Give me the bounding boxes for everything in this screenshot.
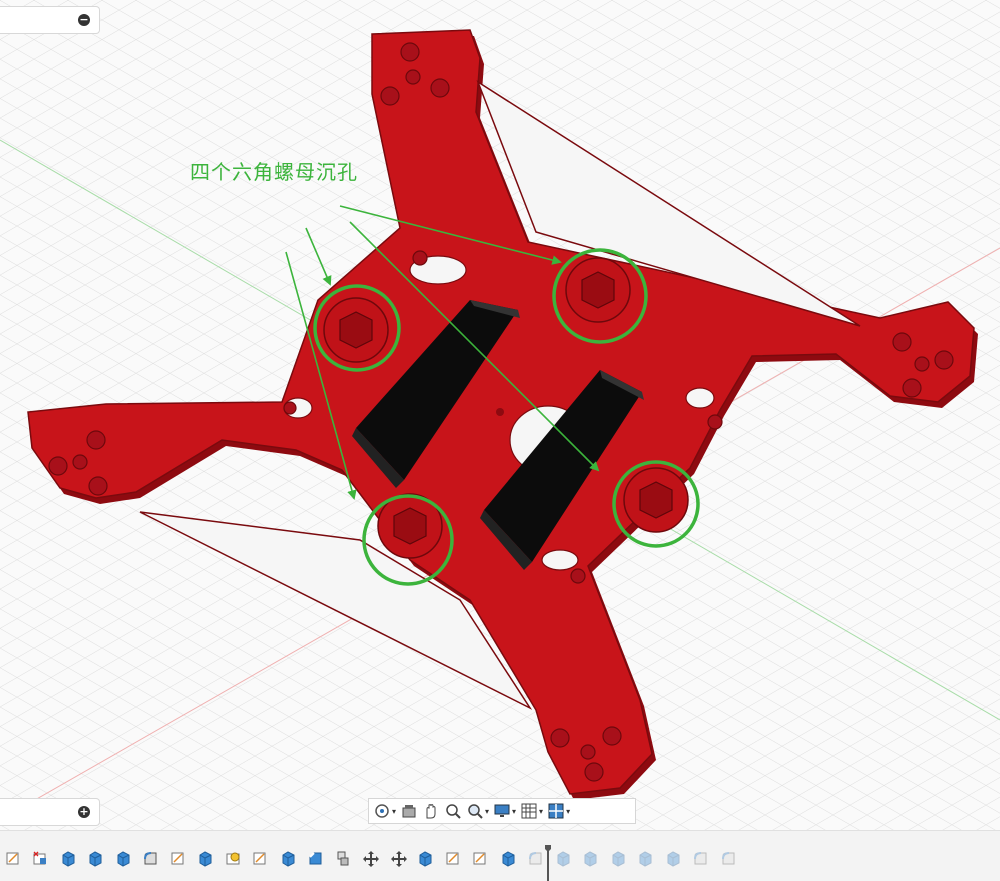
chamfer-icon	[309, 852, 322, 865]
timeline-feature-extrude[interactable]	[605, 849, 633, 869]
extrude-icon	[557, 851, 570, 867]
timeline-feature-extrude[interactable]	[413, 849, 441, 869]
extrude-icon	[667, 851, 680, 867]
combine-icon	[337, 851, 349, 866]
timeline-feature-sketch[interactable]	[248, 849, 276, 869]
timeline-feature-move[interactable]	[385, 849, 413, 869]
extrude-icon	[639, 851, 652, 867]
orbit-button[interactable]: ▾	[373, 801, 396, 821]
extrude-icon	[502, 851, 515, 867]
extrude-icon	[117, 851, 130, 867]
look-at-icon	[402, 805, 416, 818]
timeline-feature-delete-sketch[interactable]	[28, 849, 56, 869]
extrude-icon	[584, 851, 597, 867]
extrude-icon	[89, 851, 102, 867]
3d-model-view[interactable]	[0, 0, 1000, 830]
extrude-icon	[199, 851, 212, 867]
pan-icon	[426, 804, 436, 819]
hole-icon	[226, 852, 240, 865]
feature-timeline[interactable]	[0, 830, 1000, 881]
timeline-feature-extrude[interactable]	[633, 849, 661, 869]
sketch-icon	[6, 852, 19, 865]
timeline-feature-extrude[interactable]	[55, 849, 83, 869]
display-settings-icon	[494, 804, 510, 817]
delete-sketch-icon	[33, 851, 47, 865]
extrude-icon	[282, 851, 295, 867]
timeline-feature-sketch[interactable]	[440, 849, 468, 869]
timeline-feature-combine[interactable]	[330, 849, 358, 869]
timeline-feature-sketch[interactable]	[165, 849, 193, 869]
fillet-icon	[694, 852, 707, 865]
timeline-track	[0, 849, 743, 869]
timeline-feature-extrude[interactable]	[495, 849, 523, 869]
extrude-icon	[612, 851, 625, 867]
timeline-feature-extrude[interactable]	[110, 849, 138, 869]
fit-icon	[468, 804, 483, 819]
timeline-feature-extrude[interactable]	[660, 849, 688, 869]
sketch-icon	[171, 852, 184, 865]
timeline-feature-extrude[interactable]	[550, 849, 578, 869]
timeline-feature-fillet[interactable]	[715, 849, 743, 869]
top-collapsed-panel[interactable]: −	[0, 6, 100, 34]
fillet-icon	[529, 852, 542, 865]
viewports-icon	[548, 803, 564, 819]
expand-button[interactable]: +	[78, 806, 90, 818]
move-icon	[390, 851, 407, 867]
sketch-icon	[473, 852, 486, 865]
viewports-button[interactable]: ▾	[547, 801, 570, 821]
extrude-icon	[419, 851, 432, 867]
pan-button[interactable]	[422, 801, 440, 821]
timeline-feature-extrude[interactable]	[578, 849, 606, 869]
fillet-icon	[721, 852, 735, 865]
timeline-feature-hole[interactable]	[220, 849, 248, 869]
fit-button[interactable]: ▾	[466, 801, 489, 821]
fillet-icon	[144, 852, 157, 865]
navigation-toolbar: ▾ ▾ ▾ ▾ ▾	[368, 798, 636, 824]
bottom-collapsed-panel[interactable]: +	[0, 798, 100, 826]
grid-settings-button[interactable]: ▾	[520, 801, 543, 821]
zoom-button[interactable]	[444, 801, 462, 821]
timeline-marker-handle[interactable]	[545, 845, 551, 881]
extrude-icon	[62, 851, 75, 867]
display-settings-button[interactable]: ▾	[493, 801, 516, 821]
timeline-feature-chamfer[interactable]	[303, 849, 331, 869]
annotation-label: 四个六角螺母沉孔	[190, 160, 358, 184]
timeline-feature-extrude[interactable]	[275, 849, 303, 869]
timeline-feature-fillet[interactable]	[688, 849, 716, 869]
grid-settings-icon	[521, 803, 537, 819]
timeline-feature-extrude[interactable]	[193, 849, 221, 869]
collapse-button[interactable]: −	[78, 14, 90, 26]
timeline-feature-fillet[interactable]	[138, 849, 166, 869]
look-at-button[interactable]	[400, 801, 418, 821]
zoom-icon	[446, 804, 461, 819]
design-canvas[interactable]: 四个六角螺母沉孔 − + ▾ ▾ ▾ ▾ ▾	[0, 0, 1000, 830]
timeline-feature-sketch[interactable]	[468, 849, 496, 869]
move-icon	[363, 851, 380, 867]
timeline-feature-extrude[interactable]	[83, 849, 111, 869]
timeline-feature-move[interactable]	[358, 849, 386, 869]
orbit-icon	[375, 804, 389, 818]
timeline-feature-sketch[interactable]	[0, 849, 28, 869]
sketch-icon	[446, 852, 459, 865]
sketch-icon	[253, 852, 266, 865]
